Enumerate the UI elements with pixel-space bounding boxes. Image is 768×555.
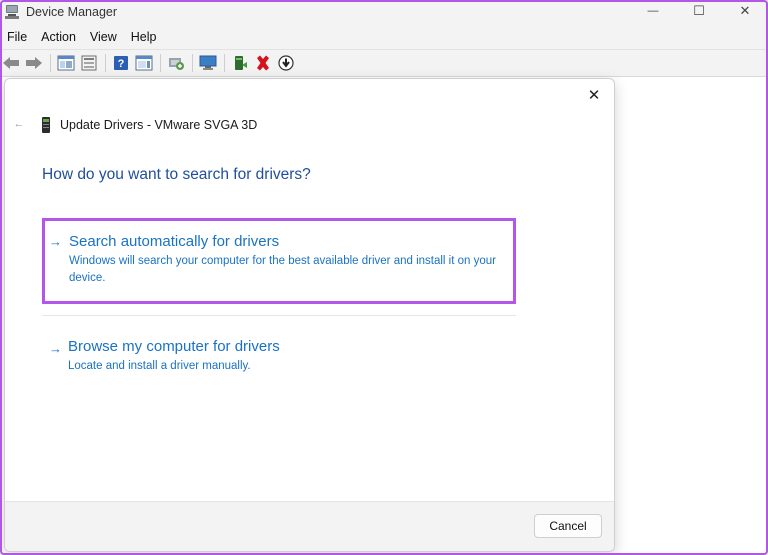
properties-button[interactable] — [78, 52, 100, 74]
monitor-button[interactable] — [197, 52, 219, 74]
cancel-button[interactable]: Cancel — [534, 514, 602, 538]
maximize-button[interactable]: ☐ — [676, 0, 722, 22]
disable-device-icon — [278, 54, 294, 71]
dialog-footer: Cancel — [5, 501, 614, 551]
toolbar-separator — [224, 53, 225, 72]
minimize-button[interactable]: — — [630, 0, 676, 22]
minimize-icon: — — [647, 5, 659, 17]
properties-icon — [81, 55, 97, 70]
help-button[interactable]: ? — [110, 52, 132, 74]
help-icon: ? — [114, 55, 128, 70]
show-hide-tree-icon — [57, 55, 75, 70]
action-pane-button[interactable] — [133, 52, 155, 74]
dialog-question: How do you want to search for drivers? — [42, 166, 311, 183]
dialog-header: Update Drivers - VMware SVGA 3D — [41, 117, 257, 133]
back-arrow-icon — [3, 56, 19, 69]
option-title: Browse my computer for drivers — [68, 338, 280, 355]
close-icon: ✕ — [739, 3, 751, 18]
forward-arrow-icon — [26, 56, 42, 69]
menu-bar: File Action View Help — [0, 27, 768, 47]
monitor-icon — [199, 55, 217, 70]
title-bar: Device Manager — ☐ ✕ — [0, 0, 768, 24]
uninstall-device-button[interactable] — [252, 52, 274, 74]
menu-view[interactable]: View — [83, 30, 124, 44]
option-description: Locate and install a driver manually. — [68, 360, 251, 372]
window-controls: — ☐ ✕ — [630, 0, 768, 22]
dialog-close-button[interactable]: ✕ — [584, 85, 604, 105]
dialog-back-button[interactable]: ← — [12, 117, 26, 131]
menu-action[interactable]: Action — [34, 30, 83, 44]
update-drivers-dialog: ✕ ← Update Drivers - VMware SVGA 3D How … — [4, 78, 615, 552]
scan-hardware-button[interactable] — [165, 52, 187, 74]
option-description: Windows will search your computer for th… — [69, 255, 496, 284]
show-hide-tree-button[interactable] — [55, 52, 77, 74]
maximize-icon: ☐ — [693, 3, 705, 18]
arrow-right-icon: → — [49, 341, 62, 356]
browse-computer-option[interactable]: → Browse my computer for drivers Locate … — [43, 338, 515, 388]
forward-button[interactable] — [23, 52, 45, 74]
toolbar-separator — [50, 53, 51, 72]
uninstall-device-icon — [257, 55, 269, 70]
toolbar-separator — [192, 53, 193, 72]
option-divider — [42, 315, 516, 316]
graphics-card-icon — [41, 117, 51, 133]
update-driver-icon — [235, 55, 247, 70]
menu-help[interactable]: Help — [124, 30, 164, 44]
toolbar: ? — [0, 49, 768, 75]
toolbar-separator — [105, 53, 106, 72]
search-automatically-option[interactable]: → Search automatically for drivers Windo… — [42, 218, 516, 304]
arrow-right-icon: → — [49, 234, 62, 249]
toolbar-separator — [160, 53, 161, 72]
back-button[interactable] — [0, 52, 22, 74]
close-icon: ✕ — [587, 87, 601, 104]
option-title: Search automatically for drivers — [69, 233, 280, 250]
menu-file[interactable]: File — [0, 30, 34, 44]
close-window-button[interactable]: ✕ — [722, 0, 768, 22]
scan-hardware-icon — [169, 57, 184, 70]
update-driver-button[interactable] — [229, 52, 251, 74]
device-manager-app-icon — [4, 4, 20, 20]
disable-device-button[interactable] — [275, 52, 297, 74]
action-pane-icon — [135, 55, 153, 70]
back-arrow-icon: ← — [13, 118, 25, 130]
svg-text:?: ? — [118, 58, 125, 70]
window-title: Device Manager — [26, 5, 118, 19]
dialog-header-title: Update Drivers - VMware SVGA 3D — [60, 118, 258, 132]
